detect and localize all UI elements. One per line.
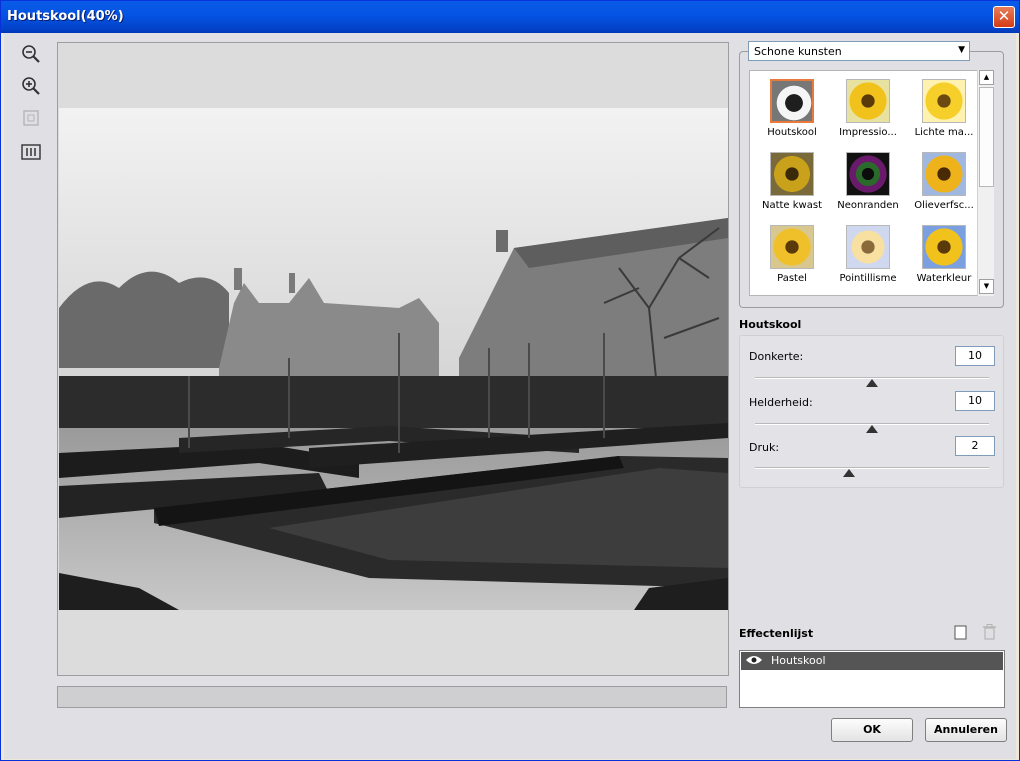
window-title: Houtskool(40%) (7, 9, 124, 24)
filter-thumbnails: Houtskool Impressio... Lichte ma... Natte k… (749, 70, 994, 296)
filter-thumb-label: Natte kwast (761, 200, 822, 211)
title-bar[interactable]: Houtskool(40%) ✕ (1, 1, 1019, 33)
filter-thumb-label: Olieverfsc... (914, 200, 974, 211)
filter-thumb-label: Pastel (777, 273, 807, 284)
actual-size-button[interactable] (20, 141, 42, 163)
trash-icon (983, 624, 996, 640)
zoom-in-button[interactable] (20, 75, 42, 97)
filter-thumb-label: Lichte ma... (914, 127, 974, 138)
filter-thumb[interactable]: Waterkleur (906, 221, 982, 293)
filter-thumb-image (846, 152, 890, 196)
close-icon: ✕ (997, 7, 1011, 25)
gallery-scrollbar[interactable]: ▲ ▼ (977, 70, 994, 296)
pressure-label: Druk: (749, 441, 780, 454)
brightness-label: Helderheid: (749, 396, 813, 409)
preview-panel (57, 42, 729, 676)
filter-thumb[interactable]: Pastel (754, 221, 830, 293)
filter-thumb-image (770, 152, 814, 196)
fit-to-screen-icon (23, 110, 39, 126)
filter-thumb-image (846, 79, 890, 123)
filter-thumb-label: Houtskool (767, 127, 817, 138)
pressure-input[interactable]: 2 (955, 436, 995, 456)
pressure-slider[interactable] (755, 467, 989, 469)
actual-size-icon (21, 144, 41, 160)
fit-to-screen-button[interactable] (20, 107, 42, 129)
darkness-slider-handle[interactable] (866, 379, 878, 387)
filter-thumb-image (922, 79, 966, 123)
brightness-input[interactable]: 10 (955, 391, 995, 411)
filter-thumb-image (922, 152, 966, 196)
filter-thumb-label: Waterkleur (916, 273, 972, 284)
filter-thumb[interactable]: Olieverfsc... (906, 148, 982, 220)
scroll-down-icon[interactable]: ▼ (979, 279, 994, 294)
scroll-up-icon[interactable]: ▲ (979, 70, 994, 85)
filter-thumb-label: Impressio... (839, 127, 897, 138)
effects-item-label: Houtskool (771, 654, 826, 667)
dialog-window: Houtskool(40%) ✕ Schone kunsten ▼ Houtsk… (0, 0, 1020, 761)
brightness-slider-handle[interactable] (866, 425, 878, 433)
eye-icon[interactable] (745, 654, 763, 669)
zoom-out-icon (22, 45, 40, 63)
charcoal-garden-image (59, 108, 728, 610)
filter-thumb[interactable]: Houtskool (754, 75, 830, 147)
close-button[interactable]: ✕ (993, 6, 1015, 28)
filter-thumb[interactable]: Natte kwast (754, 148, 830, 220)
dialog-body: Schone kunsten ▼ Houtskool Impressio... Li… (4, 33, 1016, 759)
filter-thumb-label: Pointillisme (839, 273, 897, 284)
filter-thumb[interactable]: Lichte ma... (906, 75, 982, 147)
zoom-in-icon (22, 77, 40, 95)
effects-list: Houtskool (739, 650, 1005, 708)
delete-effect-button[interactable] (982, 624, 997, 640)
filter-thumb-image (770, 225, 814, 269)
filter-thumb[interactable]: Impressio... (830, 75, 906, 147)
chevron-down-icon: ▼ (958, 45, 965, 55)
filter-thumb-image (922, 225, 966, 269)
new-layer-icon (954, 625, 967, 640)
category-dropdown[interactable]: Schone kunsten ▼ (748, 41, 970, 61)
filter-thumb[interactable]: Neonranden (830, 148, 906, 220)
effects-list-item[interactable]: Houtskool (741, 652, 1003, 670)
filter-thumb-image (770, 79, 814, 123)
cancel-button[interactable]: Annuleren (925, 718, 1007, 742)
ok-button[interactable]: OK (831, 718, 913, 742)
darkness-label: Donkerte: (749, 350, 804, 363)
filter-thumb-label: Neonranden (837, 200, 899, 211)
scroll-thumb[interactable] (979, 87, 994, 187)
settings-title: Houtskool (739, 318, 802, 331)
preview-image[interactable] (59, 108, 728, 610)
filter-thumb-image (846, 225, 890, 269)
effects-title: Effectenlijst (739, 627, 814, 640)
filter-thumb[interactable]: Pointillisme (830, 221, 906, 293)
progress-bar (57, 686, 727, 708)
pressure-slider-handle[interactable] (842, 469, 855, 477)
darkness-input[interactable]: 10 (955, 346, 995, 366)
new-effect-button[interactable] (954, 625, 968, 640)
category-value: Schone kunsten (754, 45, 842, 58)
zoom-out-button[interactable] (20, 43, 42, 65)
